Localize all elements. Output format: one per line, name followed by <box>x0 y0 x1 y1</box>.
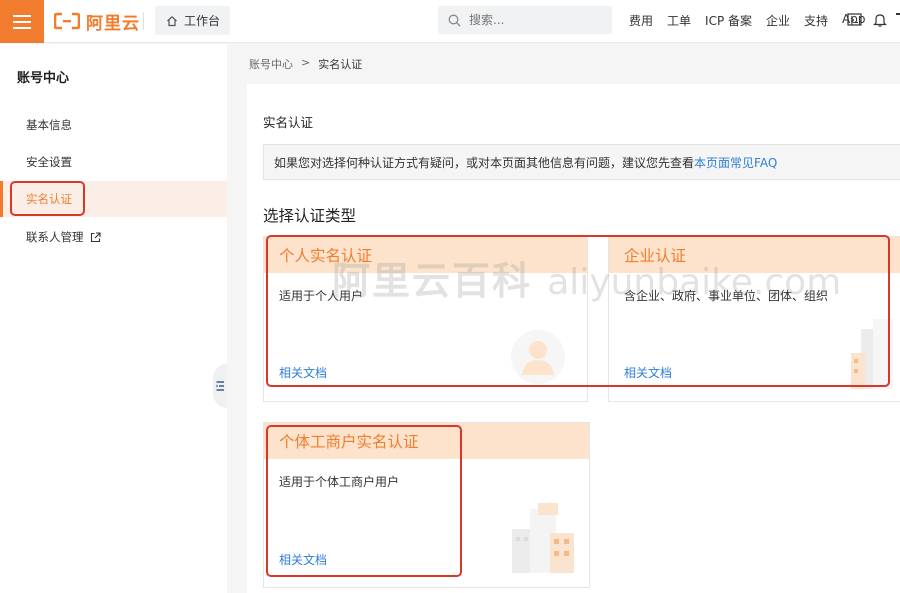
card-title: 个体工商户实名认证 <box>264 423 589 459</box>
sidebar-item-real-name[interactable]: 实名认证 <box>0 181 227 217</box>
notice-text: 如果您对选择何种认证方式有疑问，或对本页面其他信息有问题，建议您先查看 <box>274 155 695 170</box>
breadcrumb-current: 实名认证 <box>318 58 363 71</box>
faq-link[interactable]: 本页面常见FAQ <box>694 154 777 171</box>
card-enterprise[interactable]: 企业认证 含企业、政府、事业单位、团体、组织 相关文档 <box>608 236 900 402</box>
section-title: 选择认证类型 <box>263 207 357 225</box>
sidebar-item-label: 基本信息 <box>26 118 72 132</box>
sidebar-item-label: 安全设置 <box>26 155 72 169</box>
top-links: 费用 工单 ICP 备案 企业 支持 App <box>629 12 866 29</box>
aliyun-logo[interactable]: 阿里云 <box>54 10 140 34</box>
card-personal[interactable]: 个人实名认证 适用于个人用户 相关文档 <box>263 236 588 402</box>
card-desc: 适用于个体工商户用户 <box>279 475 400 489</box>
search-input[interactable] <box>469 13 589 27</box>
divider <box>143 12 144 30</box>
home-icon <box>167 15 177 26</box>
sidebar-item-label: 联系人管理 <box>26 230 84 244</box>
card-desc: 含企业、政府、事业单位、团体、组织 <box>624 289 829 303</box>
card-title: 企业认证 <box>609 237 900 273</box>
workbench-label: 工作台 <box>184 14 221 28</box>
breadcrumb-separator: > <box>301 56 311 69</box>
top-bar: 阿里云 工作台 费用 工单 ICP 备案 企业 支持 App <box>0 0 900 43</box>
card-doc-link[interactable]: 相关文档 <box>624 364 672 381</box>
top-link-ticket[interactable]: 工单 <box>667 12 691 29</box>
external-link-icon <box>90 231 101 242</box>
breadcrumb: 账号中心 > 实名认证 <box>249 56 362 72</box>
notice-banner: 如果您对选择何种认证方式有疑问，或对本页面其他信息有问题，建议您先查看 本页面常… <box>263 144 900 180</box>
breadcrumb-parent[interactable]: 账号中心 <box>249 56 293 72</box>
sidebar-item-label: 实名认证 <box>26 192 72 206</box>
building-icon <box>851 319 893 389</box>
shop-building-icon <box>512 503 574 573</box>
aliyun-logo-icon <box>54 12 80 30</box>
card-doc-link[interactable]: 相关文档 <box>279 551 327 568</box>
card-individual-business[interactable]: 个体工商户实名认证 适用于个体工商户用户 相关文档 <box>263 422 590 588</box>
top-link-fees[interactable]: 费用 <box>629 12 653 29</box>
card-doc-link[interactable]: 相关文档 <box>279 364 327 381</box>
list-collapse-icon <box>216 381 224 391</box>
terminal-icon[interactable] <box>847 12 862 27</box>
sidebar-item-security[interactable]: 安全设置 <box>0 144 227 180</box>
hamburger-menu-icon[interactable] <box>0 0 44 43</box>
collapse-handle[interactable] <box>213 364 227 408</box>
sidebar-title: 账号中心 <box>17 71 70 86</box>
more-icon[interactable] <box>896 12 900 26</box>
bell-icon[interactable] <box>873 12 887 28</box>
search-box[interactable] <box>438 6 612 34</box>
top-link-enterprise[interactable]: 企业 <box>766 12 790 29</box>
sidebar: 账号中心 基本信息 安全设置 实名认证 联系人管理 <box>0 44 227 593</box>
main-panel: 实名认证 如果您对选择何种认证方式有疑问，或对本页面其他信息有问题，建议您先查看… <box>247 84 900 593</box>
page-title: 实名认证 <box>263 115 314 130</box>
search-icon <box>448 14 461 26</box>
person-icon <box>511 330 565 384</box>
workbench-button[interactable]: 工作台 <box>155 6 230 35</box>
brand-name: 阿里云 <box>86 13 140 34</box>
sidebar-item-basic-info[interactable]: 基本信息 <box>0 107 227 143</box>
top-link-support[interactable]: 支持 <box>804 12 828 29</box>
sidebar-item-contacts[interactable]: 联系人管理 <box>0 219 227 255</box>
top-link-icp[interactable]: ICP 备案 <box>705 12 752 29</box>
card-title: 个人实名认证 <box>264 237 587 273</box>
card-desc: 适用于个人用户 <box>279 289 364 303</box>
